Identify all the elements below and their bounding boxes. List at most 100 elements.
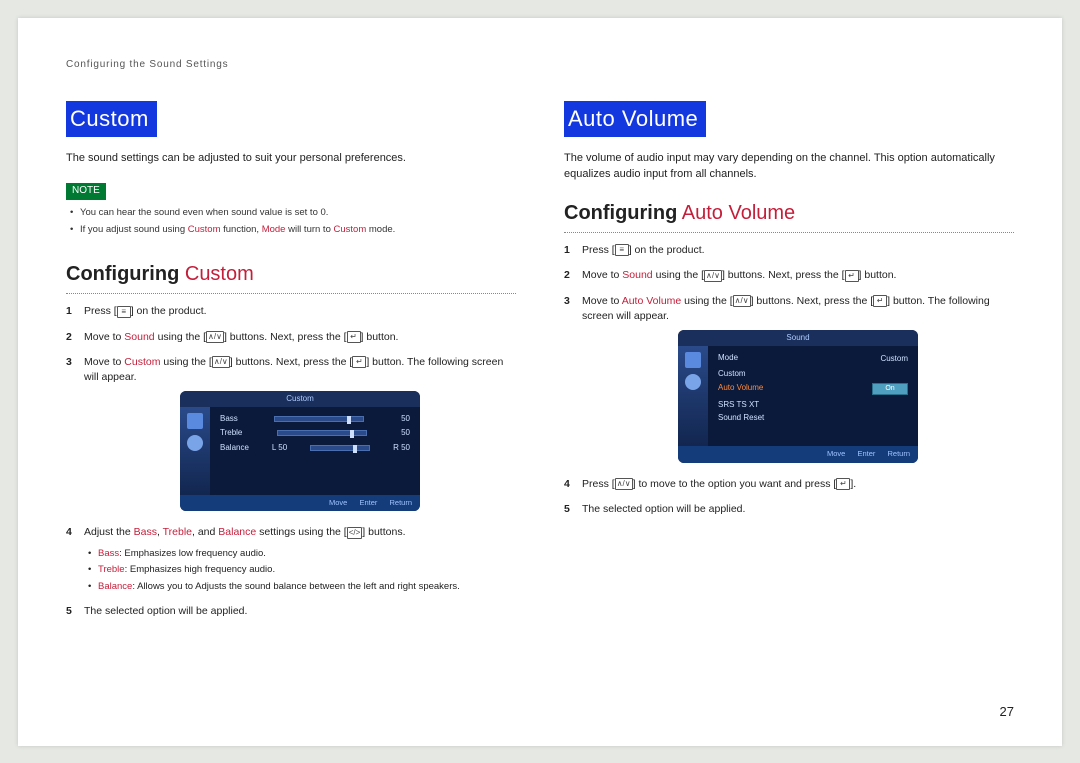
section-title-custom: Custom — [66, 101, 157, 138]
text: ] buttons. Next, press the [ — [751, 295, 874, 307]
steps-list: Press [≡] on the product. Move to Sound … — [564, 243, 1014, 517]
osd-icon — [187, 435, 203, 451]
osd-footer-item: Move — [827, 449, 845, 458]
steps-list: Press [≡] on the product. Move to Sound … — [66, 304, 516, 619]
text: ] button. — [361, 331, 399, 343]
text: settings using the [ — [256, 526, 346, 538]
step: Move to Custom using the [∧/∨] buttons. … — [66, 355, 516, 512]
text: Configuring — [66, 263, 179, 285]
text: ] buttons. — [362, 526, 405, 538]
osd-sidebar — [180, 407, 210, 495]
text: using the [ — [681, 295, 732, 307]
osd-footer-item: Enter — [857, 449, 875, 458]
text: function, — [220, 224, 261, 235]
text: Move to — [582, 295, 622, 307]
text: Move to — [84, 356, 124, 368]
text: If you adjust sound using — [80, 224, 188, 235]
column-right: Auto Volume The volume of audio input ma… — [564, 101, 1014, 630]
manual-page: Configuring the Sound Settings Custom Th… — [18, 18, 1062, 746]
osd-icon — [685, 352, 701, 368]
menu-icon: ≡ — [117, 306, 131, 318]
bullet-list: Bass: Emphasizes low frequency audio. Tr… — [88, 547, 516, 594]
step: Press [≡] on the product. — [564, 243, 1014, 258]
osd-icon — [685, 374, 701, 390]
text: ] buttons. Next, press the [ — [230, 356, 353, 368]
text: : Emphasizes high frequency audio. — [125, 564, 276, 575]
enter-icon: ↵ — [845, 270, 859, 282]
osd-label-selected: Auto Volume — [718, 382, 763, 394]
osd-label: Balance — [220, 442, 249, 454]
text: ] on the product. — [629, 244, 705, 256]
osd-footer: Move Enter Return — [678, 446, 918, 463]
text: ]. — [850, 478, 856, 490]
note-item: You can hear the sound even when sound v… — [70, 206, 516, 220]
updown-icon: ∧/∨ — [704, 270, 722, 282]
updown-icon: ∧/∨ — [212, 356, 230, 368]
osd-label: SRS TS XT — [718, 399, 908, 411]
divider — [66, 293, 516, 294]
subheading-configuring-auto-volume: Configuring Auto Volume — [564, 199, 1014, 228]
updown-icon: ∧/∨ — [206, 331, 224, 343]
osd-footer-item: Return — [887, 449, 910, 458]
osd-label: Bass — [220, 413, 238, 425]
osd-content: Bass50 Treble50 BalanceL 50R 50 — [210, 407, 420, 495]
osd-content: ModeCustom Custom Auto VolumeOn SRS TS X… — [708, 346, 918, 446]
note-list: You can hear the sound even when sound v… — [70, 206, 516, 237]
bullet: Bass: Emphasizes low frequency audio. — [88, 547, 516, 561]
step: Press [≡] on the product. — [66, 304, 516, 319]
osd-label: Custom — [718, 368, 908, 380]
divider — [564, 232, 1014, 233]
text-highlight: Balance — [98, 581, 132, 592]
bullet: Treble: Emphasizes high frequency audio. — [88, 563, 516, 577]
osd-value: 50 — [401, 413, 410, 425]
enter-icon: ↵ — [347, 331, 361, 343]
updown-icon: ∧/∨ — [615, 478, 633, 490]
step: Adjust the Bass, Treble, and Balance set… — [66, 525, 516, 594]
text: Move to — [84, 331, 124, 343]
osd-sidebar — [678, 346, 708, 446]
step: Move to Sound using the [∧/∨] buttons. N… — [66, 330, 516, 345]
running-head: Configuring the Sound Settings — [66, 58, 1014, 73]
osd-value: 50 — [401, 427, 410, 439]
enter-icon: ↵ — [836, 478, 850, 490]
subheading-configuring-custom: Configuring Custom — [66, 260, 516, 289]
text: ] button. — [859, 269, 897, 281]
text: will turn to — [285, 224, 333, 235]
text-highlight: Mode — [262, 224, 286, 235]
column-left: Custom The sound settings can be adjuste… — [66, 101, 516, 630]
updown-icon: ∧/∨ — [733, 295, 751, 307]
text-highlight: Treble — [98, 564, 125, 575]
text: mode. — [366, 224, 395, 235]
text-highlight: Custom — [124, 356, 160, 368]
osd-label: Mode — [718, 352, 738, 364]
text-highlight: Auto Volume — [677, 202, 795, 224]
text: using the [ — [160, 356, 211, 368]
step: Press [∧/∨] to move to the option you wa… — [564, 477, 1014, 492]
text-highlight: Treble — [163, 526, 192, 538]
two-column-layout: Custom The sound settings can be adjuste… — [66, 101, 1014, 630]
menu-icon: ≡ — [615, 244, 629, 256]
bullet: Balance: Allows you to Adjusts the sound… — [88, 580, 516, 594]
osd-title: Sound — [678, 330, 918, 346]
leftright-icon: </> — [347, 527, 363, 539]
osd-value: R 50 — [393, 442, 410, 454]
text: Adjust the — [84, 526, 134, 538]
text: ] buttons. Next, press the [ — [224, 331, 347, 343]
text: , and — [192, 526, 218, 538]
text: Move to — [582, 269, 622, 281]
text: using the [ — [155, 331, 206, 343]
text-highlight: Sound — [124, 331, 154, 343]
osd-icon — [187, 413, 203, 429]
text: Press [ — [84, 305, 117, 317]
osd-footer-item: Enter — [359, 498, 377, 507]
text-highlight: Custom — [188, 224, 221, 235]
text: : Emphasizes low frequency audio. — [119, 548, 266, 559]
enter-icon: ↵ — [352, 356, 366, 368]
osd-value: L 50 — [272, 442, 287, 454]
step: Move to Sound using the [∧/∨] buttons. N… — [564, 268, 1014, 283]
osd-footer-item: Move — [329, 498, 347, 507]
step: Move to Auto Volume using the [∧/∨] butt… — [564, 294, 1014, 463]
text: Press [ — [582, 478, 615, 490]
text: using the [ — [653, 269, 704, 281]
enter-icon: ↵ — [873, 295, 887, 307]
